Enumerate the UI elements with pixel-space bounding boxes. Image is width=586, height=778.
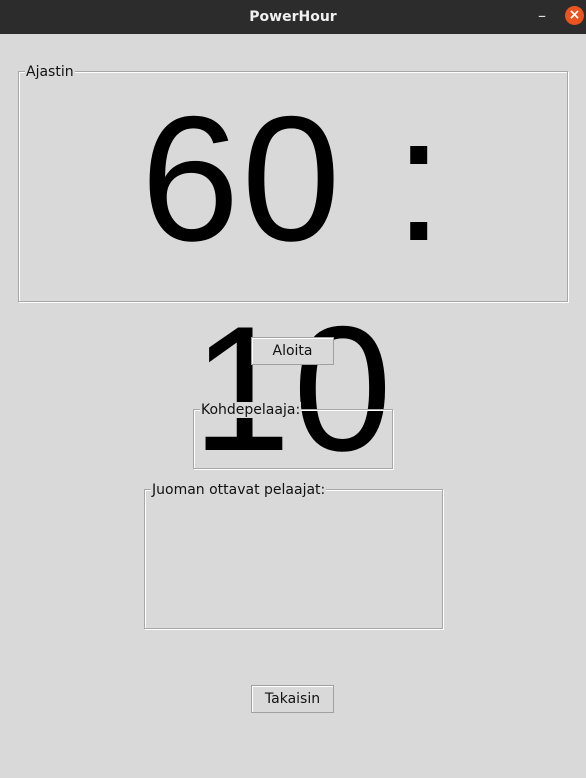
close-button[interactable]: × — [565, 6, 584, 25]
drinking-players-frame: Juoman ottavat pelaajat: — [144, 482, 443, 629]
minimize-button[interactable]: – — [532, 7, 552, 27]
timer-frame: Ajastin 60 : 10 — [18, 64, 568, 488]
drinking-players-label: Juoman ottavat pelaajat: — [151, 482, 327, 498]
back-button[interactable]: Takaisin — [251, 685, 334, 713]
window-title: PowerHour — [249, 9, 337, 25]
target-player-frame: Kohdepelaaja: — [193, 402, 393, 469]
start-button[interactable]: Aloita — [251, 337, 334, 365]
target-player-label: Kohdepelaaja: — [200, 402, 302, 418]
window-titlebar: PowerHour – × — [0, 0, 586, 34]
